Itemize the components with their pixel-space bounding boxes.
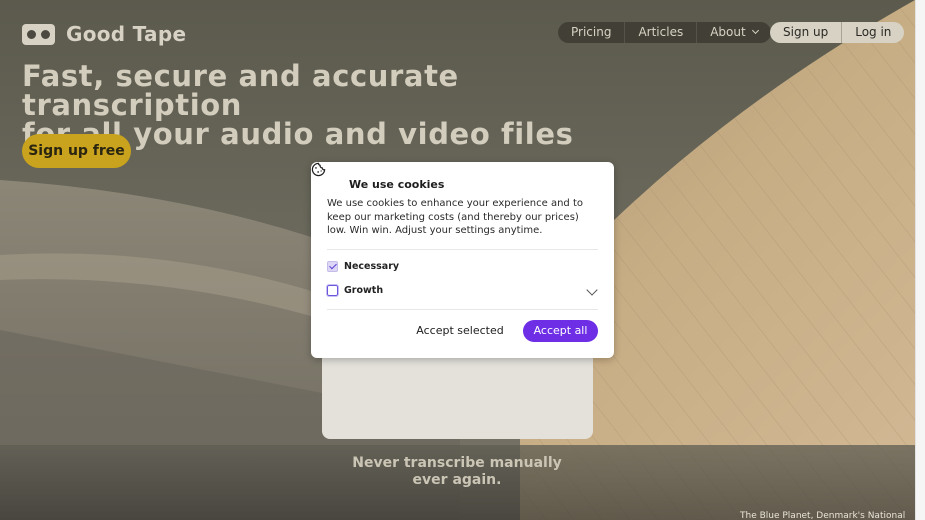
hero-headline-line1: Fast, secure and accurate transcription: [22, 59, 459, 122]
accept-selected-button[interactable]: Accept selected: [405, 320, 515, 342]
cookie-dialog-title: We use cookies: [349, 178, 445, 191]
hero-tagline: Never transcribe manually ever again.: [332, 455, 582, 489]
growth-checkbox[interactable]: [326, 284, 339, 297]
accept-all-button[interactable]: Accept all: [523, 320, 598, 342]
cookie-icon: [311, 162, 326, 177]
divider: [327, 309, 598, 310]
nav-item-pricing[interactable]: Pricing: [558, 22, 626, 43]
hero-tagline-line2: ever again.: [412, 472, 502, 488]
app-preview-card: [322, 350, 593, 439]
signup-button[interactable]: Sign up: [770, 22, 843, 43]
nav-item-about[interactable]: About: [697, 22, 770, 43]
necessary-checkbox[interactable]: [327, 261, 338, 272]
hero-section: Good Tape Pricing Articles About Sign up…: [0, 0, 915, 520]
chevron-down-icon[interactable]: [586, 284, 598, 296]
photo-caption: The Blue Planet, Denmark's National: [740, 511, 906, 520]
cookie-dialog-text: We use cookies to enhance your experienc…: [327, 198, 583, 236]
auth-buttons: Sign up Log in: [770, 22, 905, 43]
divider: [327, 249, 598, 250]
cookie-option-growth[interactable]: Growth: [326, 284, 384, 297]
hero-tagline-line1: Never transcribe manually: [352, 455, 562, 471]
necessary-label: Necessary: [344, 261, 400, 272]
cookie-consent-dialog: We use cookies We use cookies to enhance…: [311, 162, 614, 358]
cookie-option-necessary[interactable]: Necessary: [327, 261, 399, 272]
brand-logo[interactable]: Good Tape: [22, 22, 186, 46]
growth-label: Growth: [344, 285, 384, 296]
chevron-down-icon: [751, 26, 759, 35]
main-nav: Pricing Articles About: [558, 22, 771, 43]
login-button[interactable]: Log in: [842, 22, 904, 43]
page: Good Tape Pricing Articles About Sign up…: [0, 0, 925, 520]
brand-name: Good Tape: [66, 22, 187, 46]
nav-item-about-label: About: [710, 25, 746, 39]
signup-free-button[interactable]: Sign up free: [22, 134, 131, 168]
page-scrollbar[interactable]: [915, 0, 925, 520]
tape-logo-icon: [22, 23, 55, 45]
nav-item-articles[interactable]: Articles: [625, 22, 698, 43]
